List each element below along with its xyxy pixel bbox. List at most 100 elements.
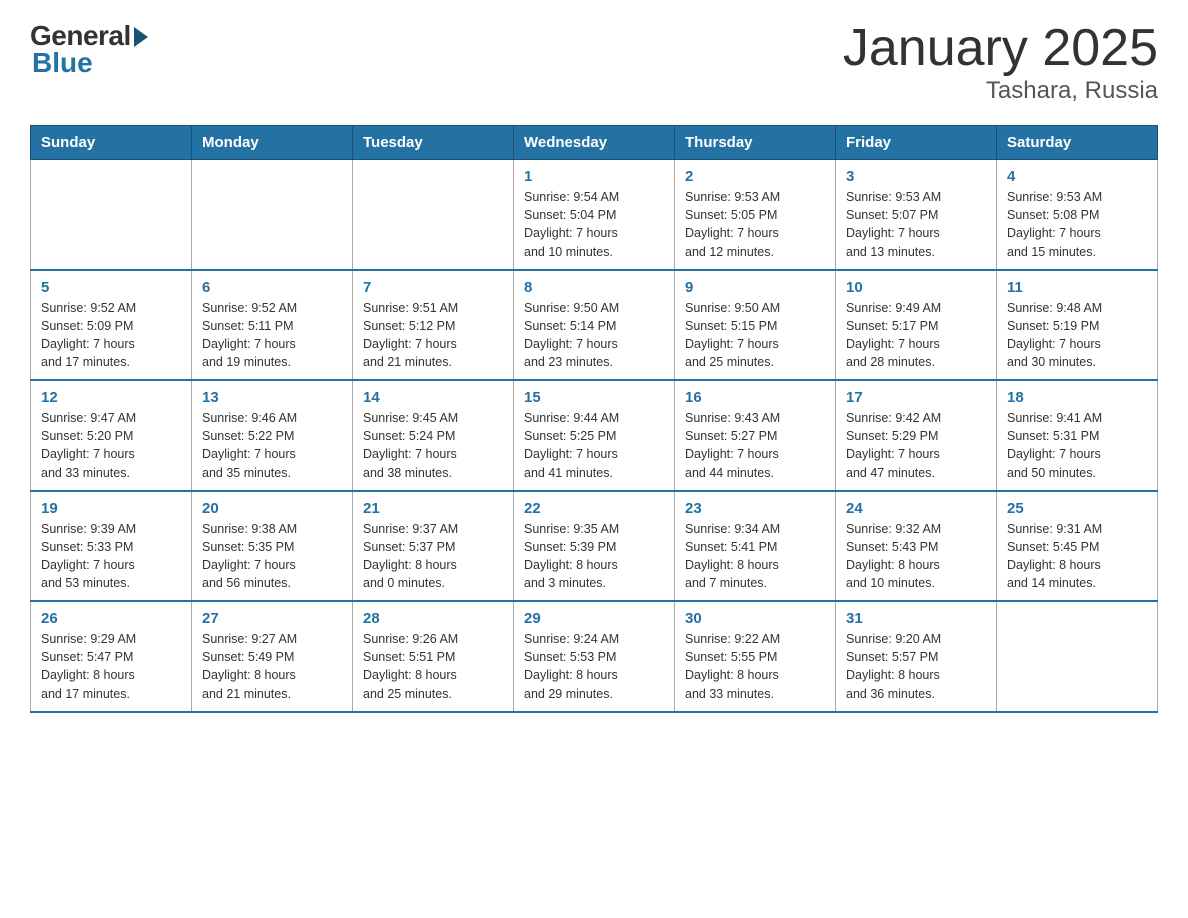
day-info: Sunrise: 9:24 AM Sunset: 5:53 PM Dayligh… — [524, 632, 619, 700]
day-info: Sunrise: 9:52 AM Sunset: 5:09 PM Dayligh… — [41, 301, 136, 369]
day-info: Sunrise: 9:37 AM Sunset: 5:37 PM Dayligh… — [363, 522, 458, 590]
calendar-cell: 19Sunrise: 9:39 AM Sunset: 5:33 PM Dayli… — [31, 491, 192, 602]
day-info: Sunrise: 9:34 AM Sunset: 5:41 PM Dayligh… — [685, 522, 780, 590]
day-number: 22 — [524, 500, 664, 517]
calendar-table: SundayMondayTuesdayWednesdayThursdayFrid… — [30, 125, 1158, 713]
week-row-4: 19Sunrise: 9:39 AM Sunset: 5:33 PM Dayli… — [31, 491, 1158, 602]
day-number: 9 — [685, 279, 825, 296]
weekday-header-tuesday: Tuesday — [353, 126, 514, 160]
day-info: Sunrise: 9:32 AM Sunset: 5:43 PM Dayligh… — [846, 522, 941, 590]
calendar-cell: 21 Sunrise: 9:37 AM Sunset: 5:37 PM Dayli… — [353, 491, 514, 602]
calendar-cell: 28Sunrise: 9:26 AM Sunset: 5:51 PM Dayli… — [353, 601, 514, 712]
calendar-cell: 12 Sunrise: 9:47 AM Sunset: 5:20 PM Dayli… — [31, 380, 192, 491]
day-info: Sunrise: 9:41 AM Sunset: 5:31 PM Dayligh… — [1007, 411, 1102, 479]
calendar-cell: 23Sunrise: 9:34 AM Sunset: 5:41 PM Dayli… — [675, 491, 836, 602]
weekday-header-monday: Monday — [192, 126, 353, 160]
week-row-2: 5 Sunrise: 9:52 AM Sunset: 5:09 PM Daylig… — [31, 270, 1158, 381]
calendar-cell — [31, 160, 192, 270]
calendar-cell — [997, 601, 1158, 712]
calendar-body: 1 Sunrise: 9:54 AM Sunset: 5:04 PM Daylig… — [31, 160, 1158, 712]
day-number: 14 — [363, 389, 503, 406]
day-info: Sunrise: 9:43 AM Sunset: 5:27 PM Dayligh… — [685, 411, 780, 479]
calendar-cell: 1 Sunrise: 9:54 AM Sunset: 5:04 PM Daylig… — [514, 160, 675, 270]
day-info: Sunrise: 9:22 AM Sunset: 5:55 PM Dayligh… — [685, 632, 780, 700]
day-info: Sunrise: 9:38 AM Sunset: 5:35 PM Dayligh… — [202, 522, 297, 590]
calendar-cell: 25Sunrise: 9:31 AM Sunset: 5:45 PM Dayli… — [997, 491, 1158, 602]
day-info: Sunrise: 9:48 AM Sunset: 5:19 PM Dayligh… — [1007, 301, 1102, 369]
day-number: 7 — [363, 279, 503, 296]
day-info: Sunrise: 9:29 AM Sunset: 5:47 PM Dayligh… — [41, 632, 136, 700]
calendar-cell: 15 Sunrise: 9:44 AM Sunset: 5:25 PM Dayli… — [514, 380, 675, 491]
day-number: 21 — [363, 500, 503, 517]
calendar-cell: 14 Sunrise: 9:45 AM Sunset: 5:24 PM Dayli… — [353, 380, 514, 491]
day-number: 3 — [846, 168, 986, 185]
calendar-cell: 4Sunrise: 9:53 AM Sunset: 5:08 PM Daylig… — [997, 160, 1158, 270]
calendar-cell: 7Sunrise: 9:51 AM Sunset: 5:12 PM Daylig… — [353, 270, 514, 381]
calendar-cell: 17 Sunrise: 9:42 AM Sunset: 5:29 PM Dayli… — [836, 380, 997, 491]
day-info: Sunrise: 9:54 AM Sunset: 5:04 PM Dayligh… — [524, 190, 619, 258]
calendar-cell: 26 Sunrise: 9:29 AM Sunset: 5:47 PM Dayli… — [31, 601, 192, 712]
day-number: 10 — [846, 279, 986, 296]
page-header: General Blue January 2025 Tashara, Russi… — [30, 20, 1158, 105]
weekday-header-friday: Friday — [836, 126, 997, 160]
calendar-cell: 18 Sunrise: 9:41 AM Sunset: 5:31 PM Dayli… — [997, 380, 1158, 491]
day-info: Sunrise: 9:52 AM Sunset: 5:11 PM Dayligh… — [202, 301, 297, 369]
week-row-3: 12 Sunrise: 9:47 AM Sunset: 5:20 PM Dayli… — [31, 380, 1158, 491]
calendar-title: January 2025 — [843, 20, 1158, 77]
day-info: Sunrise: 9:44 AM Sunset: 5:25 PM Dayligh… — [524, 411, 619, 479]
calendar-cell: 2Sunrise: 9:53 AM Sunset: 5:05 PM Daylig… — [675, 160, 836, 270]
calendar-cell: 22 Sunrise: 9:35 AM Sunset: 5:39 PM Dayli… — [514, 491, 675, 602]
day-number: 12 — [41, 389, 181, 406]
calendar-cell: 27 Sunrise: 9:27 AM Sunset: 5:49 PM Dayli… — [192, 601, 353, 712]
day-number: 18 — [1007, 389, 1147, 406]
calendar-cell: 30 Sunrise: 9:22 AM Sunset: 5:55 PM Dayli… — [675, 601, 836, 712]
day-info: Sunrise: 9:42 AM Sunset: 5:29 PM Dayligh… — [846, 411, 941, 479]
week-row-1: 1 Sunrise: 9:54 AM Sunset: 5:04 PM Daylig… — [31, 160, 1158, 270]
calendar-cell: 29Sunrise: 9:24 AM Sunset: 5:53 PM Dayli… — [514, 601, 675, 712]
calendar-subtitle: Tashara, Russia — [843, 77, 1158, 105]
day-number: 26 — [41, 610, 181, 627]
weekday-header-sunday: Sunday — [31, 126, 192, 160]
calendar-cell: 20 Sunrise: 9:38 AM Sunset: 5:35 PM Dayli… — [192, 491, 353, 602]
day-number: 4 — [1007, 168, 1147, 185]
logo: General Blue — [30, 20, 148, 79]
day-info: Sunrise: 9:53 AM Sunset: 5:07 PM Dayligh… — [846, 190, 941, 258]
day-number: 27 — [202, 610, 342, 627]
day-number: 30 — [685, 610, 825, 627]
day-number: 5 — [41, 279, 181, 296]
calendar-cell: 9Sunrise: 9:50 AM Sunset: 5:15 PM Daylig… — [675, 270, 836, 381]
calendar-cell: 6 Sunrise: 9:52 AM Sunset: 5:11 PM Daylig… — [192, 270, 353, 381]
day-info: Sunrise: 9:20 AM Sunset: 5:57 PM Dayligh… — [846, 632, 941, 700]
day-number: 11 — [1007, 279, 1147, 296]
calendar-cell — [192, 160, 353, 270]
day-number: 31 — [846, 610, 986, 627]
day-info: Sunrise: 9:31 AM Sunset: 5:45 PM Dayligh… — [1007, 522, 1102, 590]
day-number: 6 — [202, 279, 342, 296]
calendar-cell: 24Sunrise: 9:32 AM Sunset: 5:43 PM Dayli… — [836, 491, 997, 602]
day-number: 16 — [685, 389, 825, 406]
day-info: Sunrise: 9:45 AM Sunset: 5:24 PM Dayligh… — [363, 411, 458, 479]
day-info: Sunrise: 9:35 AM Sunset: 5:39 PM Dayligh… — [524, 522, 619, 590]
calendar-cell: 10 Sunrise: 9:49 AM Sunset: 5:17 PM Dayli… — [836, 270, 997, 381]
day-info: Sunrise: 9:27 AM Sunset: 5:49 PM Dayligh… — [202, 632, 297, 700]
logo-arrow-icon — [134, 27, 148, 47]
day-info: Sunrise: 9:46 AM Sunset: 5:22 PM Dayligh… — [202, 411, 297, 479]
day-number: 1 — [524, 168, 664, 185]
day-info: Sunrise: 9:47 AM Sunset: 5:20 PM Dayligh… — [41, 411, 136, 479]
day-number: 2 — [685, 168, 825, 185]
week-row-5: 26 Sunrise: 9:29 AM Sunset: 5:47 PM Dayli… — [31, 601, 1158, 712]
title-block: January 2025 Tashara, Russia — [843, 20, 1158, 105]
logo-blue-text: Blue — [32, 47, 93, 79]
calendar-cell: 31 Sunrise: 9:20 AM Sunset: 5:57 PM Dayli… — [836, 601, 997, 712]
day-number: 20 — [202, 500, 342, 517]
day-number: 15 — [524, 389, 664, 406]
day-info: Sunrise: 9:49 AM Sunset: 5:17 PM Dayligh… — [846, 301, 941, 369]
day-number: 17 — [846, 389, 986, 406]
day-number: 8 — [524, 279, 664, 296]
calendar-cell: 5 Sunrise: 9:52 AM Sunset: 5:09 PM Daylig… — [31, 270, 192, 381]
weekday-header-row: SundayMondayTuesdayWednesdayThursdayFrid… — [31, 126, 1158, 160]
calendar-cell: 3 Sunrise: 9:53 AM Sunset: 5:07 PM Daylig… — [836, 160, 997, 270]
calendar-cell: 8Sunrise: 9:50 AM Sunset: 5:14 PM Daylig… — [514, 270, 675, 381]
calendar-header: SundayMondayTuesdayWednesdayThursdayFrid… — [31, 126, 1158, 160]
calendar-cell: 16 Sunrise: 9:43 AM Sunset: 5:27 PM Dayli… — [675, 380, 836, 491]
